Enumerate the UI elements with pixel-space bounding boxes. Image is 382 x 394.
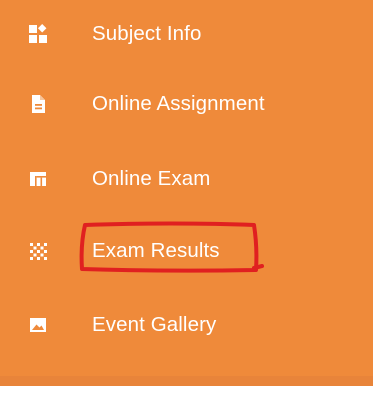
menu-item-exam-results[interactable]: Exam Results	[0, 227, 373, 275]
menu-item-online-assignment[interactable]: Online Assignment	[0, 80, 373, 128]
document-icon	[27, 93, 49, 115]
sidebar-menu: Subject Info Online Assignment Online Ex…	[0, 0, 373, 386]
exam-layout-icon	[27, 168, 49, 190]
image-icon	[27, 314, 49, 336]
menu-item-subject-info[interactable]: Subject Info	[0, 10, 373, 58]
results-pattern-icon	[27, 240, 49, 262]
menu-item-label: Subject Info	[92, 22, 202, 45]
menu-item-event-gallery[interactable]: Event Gallery	[0, 301, 373, 349]
menu-item-online-exam[interactable]: Online Exam	[0, 155, 373, 203]
subject-info-icon	[27, 23, 49, 45]
menu-item-label: Exam Results	[92, 239, 220, 262]
menu-item-label: Online Assignment	[92, 92, 265, 115]
menu-item-label: Online Exam	[92, 167, 211, 190]
menu-item-label: Event Gallery	[92, 313, 217, 336]
